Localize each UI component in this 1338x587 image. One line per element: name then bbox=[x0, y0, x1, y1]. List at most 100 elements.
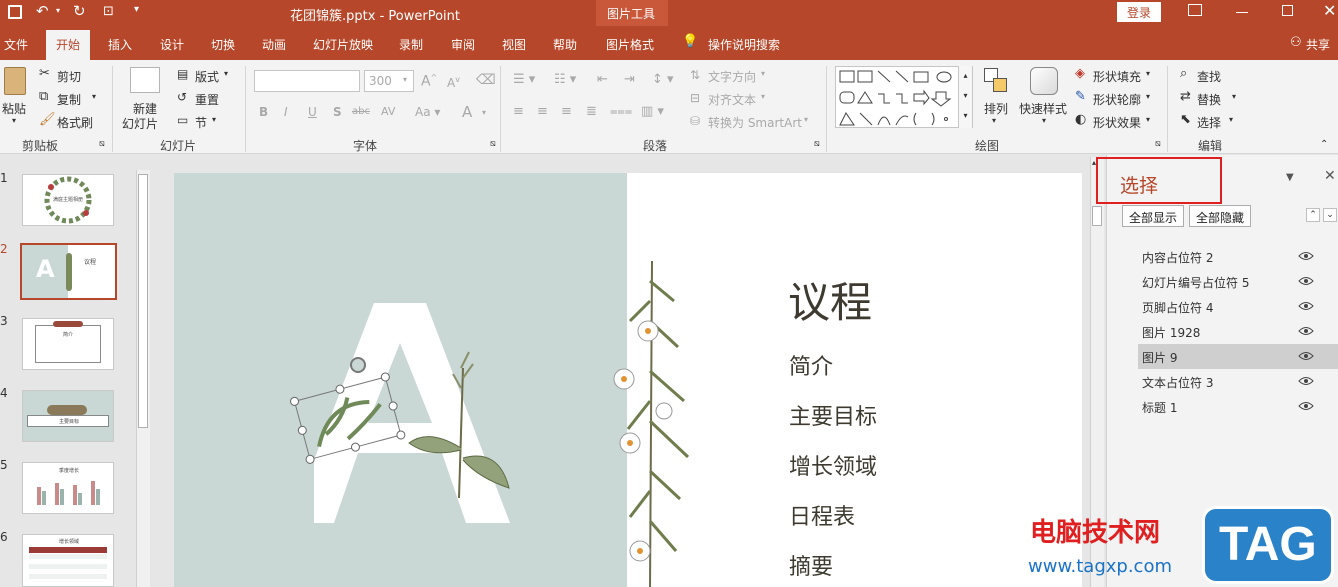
select-dropdown-icon[interactable]: ▾ bbox=[1229, 115, 1233, 124]
slide-thumbnail-1[interactable]: 满庭主题相册 bbox=[22, 174, 114, 226]
arrange-button[interactable]: 排列 bbox=[984, 100, 1008, 117]
share-icon[interactable]: ⚇ bbox=[1290, 35, 1302, 50]
font-size-dropdown-icon[interactable]: ▾ bbox=[403, 75, 407, 84]
agenda-item[interactable]: 日程表 bbox=[789, 499, 855, 531]
eye-icon[interactable] bbox=[1298, 350, 1314, 362]
arrange-icon[interactable] bbox=[984, 68, 1008, 94]
tab-insert[interactable]: 插入 bbox=[108, 36, 132, 53]
text-direction-dropdown-icon[interactable]: ▾ bbox=[761, 69, 765, 78]
selection-item[interactable]: 图片 1928 bbox=[1138, 319, 1338, 344]
line-spacing-icon[interactable]: ↕ ▾ bbox=[652, 72, 674, 87]
selection-item[interactable]: 文本占位符 3 bbox=[1138, 369, 1338, 394]
new-slide-label-line2[interactable]: 幻灯片 bbox=[122, 115, 158, 132]
format-painter-button[interactable]: 格式刷 bbox=[57, 114, 93, 131]
slide-thumbnail-4[interactable]: 主要目标 bbox=[22, 390, 114, 442]
paragraph-launcher-icon[interactable]: ⧅ bbox=[814, 139, 820, 149]
arrange-dropdown-icon[interactable]: ▾ bbox=[992, 116, 996, 125]
shape-fill-icon[interactable]: ◈ bbox=[1075, 66, 1085, 81]
selection-item[interactable]: 幻灯片编号占位符 5 bbox=[1138, 269, 1338, 294]
agenda-item[interactable]: 简介 bbox=[789, 349, 833, 381]
minimize-icon[interactable] bbox=[1236, 12, 1248, 13]
tab-review[interactable]: 审阅 bbox=[451, 36, 475, 53]
section-icon[interactable]: ▭ bbox=[177, 113, 188, 127]
format-painter-icon[interactable]: 🖌 bbox=[39, 112, 56, 127]
show-all-button[interactable]: 全部显示 bbox=[1122, 205, 1185, 227]
tell-me-search[interactable]: 操作说明搜索 bbox=[708, 36, 780, 53]
convert-smartart-button[interactable]: 转换为 SmartArt bbox=[708, 114, 802, 131]
reset-icon[interactable]: ↺ bbox=[177, 90, 187, 104]
replace-icon[interactable]: ⇄ bbox=[1180, 89, 1191, 104]
layout-dropdown-icon[interactable]: ▾ bbox=[224, 69, 228, 78]
decrease-font-icon[interactable]: Av bbox=[447, 75, 460, 90]
cut-button[interactable]: 剪切 bbox=[57, 68, 81, 85]
columns-icon[interactable]: ▥ ▾ bbox=[641, 104, 664, 119]
share-button[interactable]: 共享 bbox=[1306, 36, 1330, 53]
eye-icon[interactable] bbox=[1298, 375, 1314, 387]
send-backward-icon[interactable]: ⌄ bbox=[1323, 208, 1337, 222]
tab-file[interactable]: 文件 bbox=[4, 36, 28, 53]
section-dropdown-icon[interactable]: ▾ bbox=[212, 115, 216, 124]
font-color-icon[interactable]: A bbox=[462, 103, 472, 121]
tab-picture-format[interactable]: 图片格式 bbox=[606, 36, 654, 53]
text-direction-icon[interactable]: ⇅ bbox=[690, 68, 700, 82]
layout-button[interactable]: 版式 bbox=[195, 68, 219, 85]
layout-icon[interactable]: ▤ bbox=[177, 67, 188, 81]
shape-outline-icon[interactable]: ✎ bbox=[1075, 89, 1086, 104]
eye-icon[interactable] bbox=[1298, 275, 1314, 287]
shape-outline-dropdown-icon[interactable]: ▾ bbox=[1146, 92, 1150, 101]
shape-effects-icon[interactable]: ◐ bbox=[1075, 112, 1086, 127]
thumbnails-scroll-thumb[interactable] bbox=[138, 174, 148, 428]
strikethrough-icon[interactable]: abc bbox=[352, 106, 370, 117]
smartart-icon[interactable]: ⛁ bbox=[690, 114, 700, 128]
agenda-item[interactable]: 摘要 bbox=[789, 549, 833, 581]
reset-button[interactable]: 重置 bbox=[195, 91, 219, 108]
slide-thumbnail-2[interactable]: A 议程 bbox=[20, 243, 117, 300]
ribbon-display-icon[interactable] bbox=[1188, 4, 1202, 16]
align-left-icon[interactable]: ≡ bbox=[513, 104, 524, 119]
present-icon[interactable]: ⊡ bbox=[103, 4, 114, 19]
align-text-icon[interactable]: ⊟ bbox=[690, 91, 700, 105]
increase-font-icon[interactable]: A^ bbox=[421, 73, 437, 90]
align-text-button[interactable]: 对齐文本 bbox=[708, 91, 756, 108]
tab-animations[interactable]: 动画 bbox=[262, 36, 286, 53]
tab-view[interactable]: 视图 bbox=[502, 36, 526, 53]
quick-styles-icon[interactable] bbox=[1030, 67, 1058, 95]
selection-item[interactable]: 标题 1 bbox=[1138, 394, 1338, 419]
slide[interactable]: 议程 简介 主要目标 增长领域 日程表 摘要 bbox=[174, 173, 1082, 587]
shapes-scroll[interactable]: ▴ ▾ ▾ bbox=[958, 66, 972, 128]
rotate-handle-icon[interactable] bbox=[350, 357, 366, 373]
increase-indent-icon[interactable]: ⇥ bbox=[624, 72, 635, 87]
pane-close-icon[interactable]: ✕ bbox=[1324, 168, 1336, 184]
save-icon[interactable] bbox=[8, 5, 22, 19]
agenda-item[interactable]: 增长领域 bbox=[789, 449, 877, 481]
section-button[interactable]: 节 bbox=[195, 114, 207, 131]
slide-thumbnail-3[interactable]: 简介 bbox=[22, 318, 114, 370]
tab-transitions[interactable]: 切换 bbox=[211, 36, 235, 53]
cut-icon[interactable]: ✂ bbox=[39, 66, 50, 81]
maximize-icon[interactable] bbox=[1282, 5, 1293, 16]
new-slide-icon[interactable] bbox=[130, 67, 160, 93]
decrease-indent-icon[interactable]: ⇤ bbox=[597, 72, 608, 87]
shape-fill-button[interactable]: 形状填充 bbox=[1093, 68, 1141, 85]
slide-thumbnail-6[interactable]: 增长领域 bbox=[22, 534, 114, 587]
pane-options-icon[interactable]: ▼ bbox=[1286, 172, 1294, 183]
customize-qat-icon[interactable]: ▾ bbox=[134, 4, 139, 15]
tab-record[interactable]: 录制 bbox=[399, 36, 423, 53]
replace-button[interactable]: 替换 bbox=[1197, 91, 1221, 108]
shape-effects-dropdown-icon[interactable]: ▾ bbox=[1146, 115, 1150, 124]
eye-icon[interactable] bbox=[1298, 300, 1314, 312]
tab-help[interactable]: 帮助 bbox=[553, 36, 577, 53]
find-button[interactable]: 查找 bbox=[1197, 68, 1221, 85]
paste-icon[interactable] bbox=[4, 67, 26, 95]
selection-item[interactable]: 页脚占位符 4 bbox=[1138, 294, 1338, 319]
redo-icon[interactable]: ↻ bbox=[73, 2, 86, 20]
find-icon[interactable]: ⌕ bbox=[1180, 66, 1187, 81]
selected-picture[interactable] bbox=[284, 368, 414, 478]
tab-home[interactable]: 开始 bbox=[46, 30, 91, 60]
text-direction-button[interactable]: 文字方向 bbox=[708, 68, 756, 85]
selection-item[interactable]: 内容占位符 2 bbox=[1138, 244, 1338, 269]
close-icon[interactable]: ✕ bbox=[1323, 1, 1336, 20]
eye-icon[interactable] bbox=[1298, 400, 1314, 412]
italic-icon[interactable]: I bbox=[284, 105, 288, 119]
shadow-icon[interactable]: S bbox=[333, 105, 342, 119]
